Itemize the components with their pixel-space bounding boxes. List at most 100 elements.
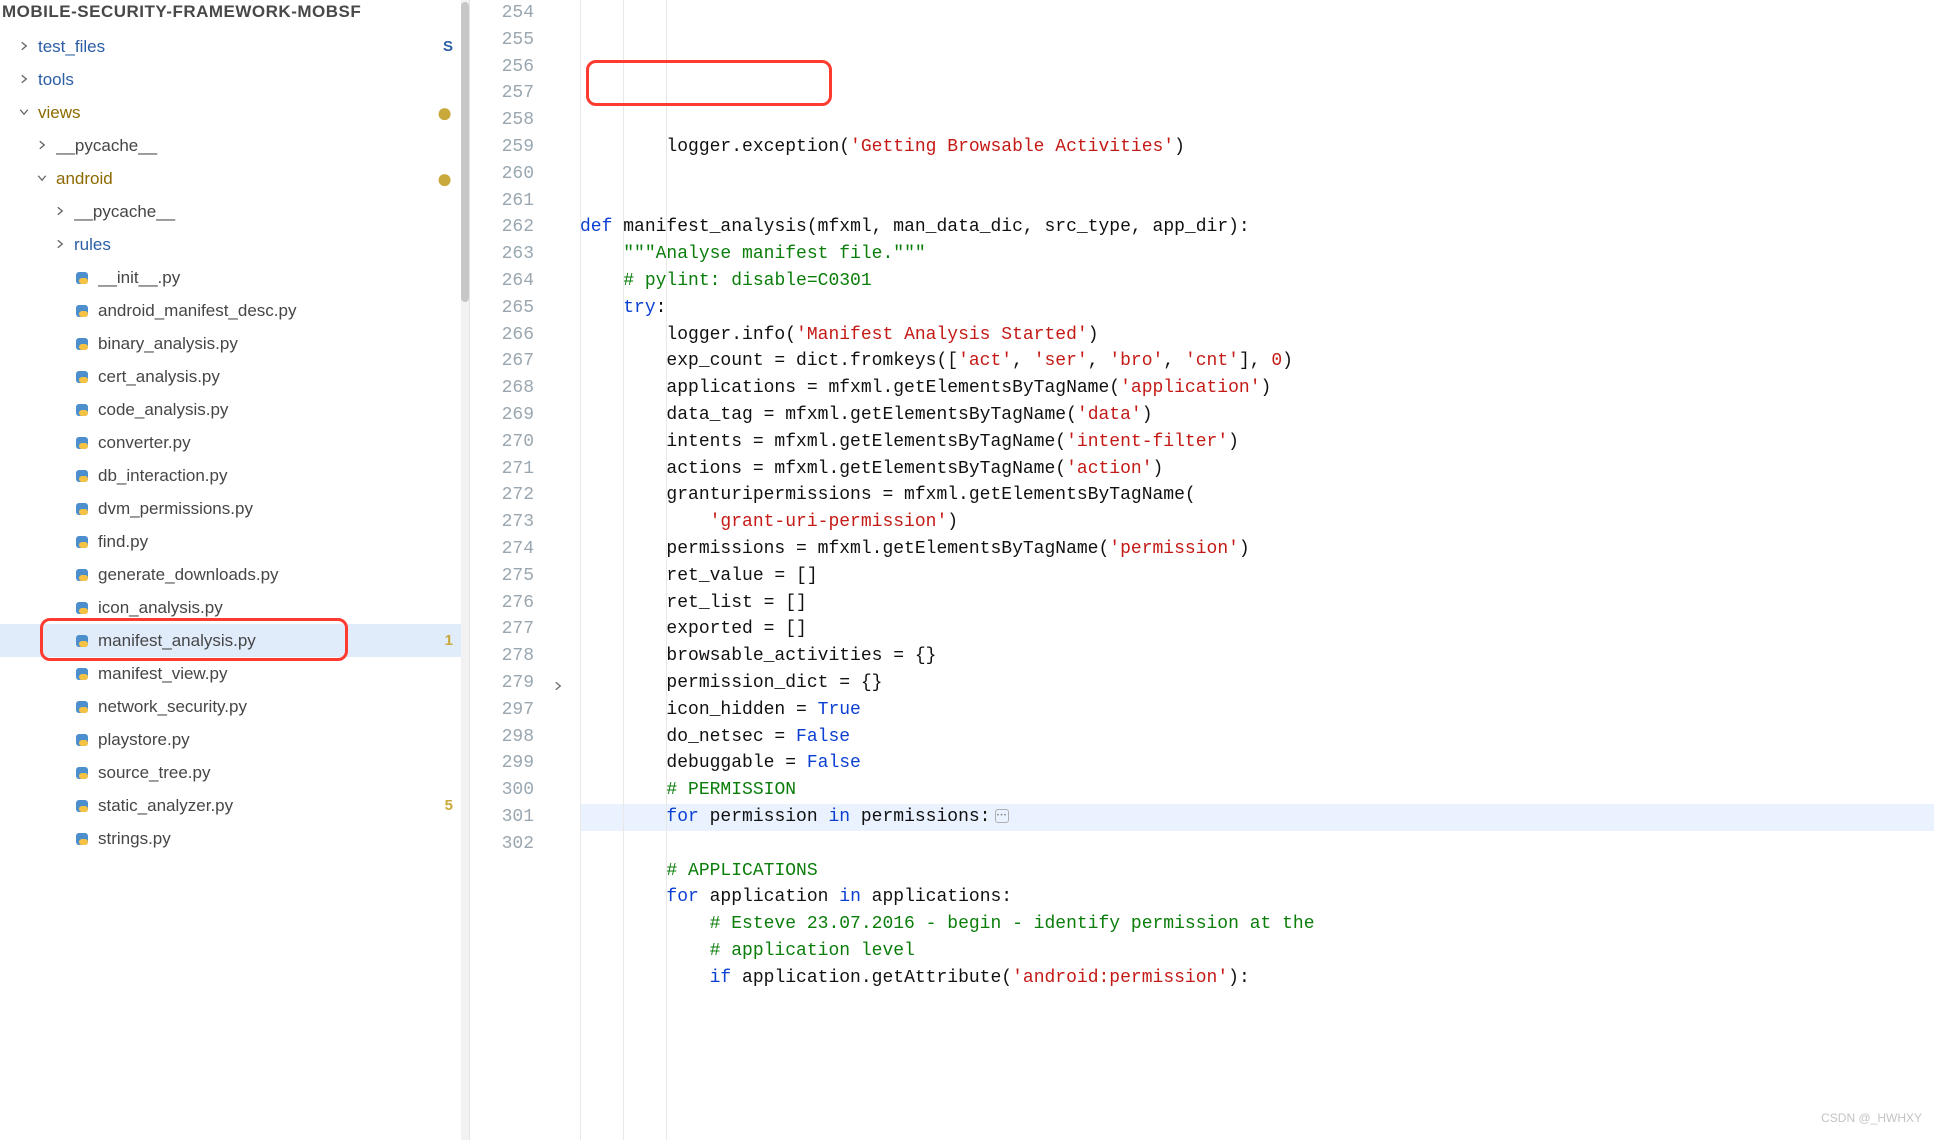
tree-file[interactable]: source_tree.py xyxy=(0,756,469,789)
python-file-icon xyxy=(74,699,90,715)
tree-item-label: strings.py xyxy=(98,829,453,849)
code-line[interactable]: intents = mfxml.getElementsByTagName('in… xyxy=(580,429,1934,456)
tree-file[interactable]: cert_analysis.py xyxy=(0,360,469,393)
code-line[interactable]: ret_value = [] xyxy=(580,563,1934,590)
chevron-down-icon[interactable] xyxy=(36,172,50,186)
line-number: 264 xyxy=(470,268,534,295)
watermark-text: CSDN @_HWHXY xyxy=(1821,1105,1922,1132)
line-number: 265 xyxy=(470,295,534,322)
code-line[interactable]: granturipermissions = mfxml.getElementsB… xyxy=(580,482,1934,509)
tree-file[interactable]: network_security.py xyxy=(0,690,469,723)
code-line[interactable]: logger.info('Manifest Analysis Started') xyxy=(580,322,1934,349)
code-line[interactable]: exp_count = dict.fromkeys(['act', 'ser',… xyxy=(580,348,1934,375)
code-line[interactable]: do_netsec = False xyxy=(580,724,1934,751)
code-editor[interactable]: 2542552562572582592602612622632642652662… xyxy=(470,0,1934,1140)
tree-file[interactable]: binary_analysis.py xyxy=(0,327,469,360)
tree-folder[interactable]: rules xyxy=(0,228,469,261)
code-line[interactable]: icon_hidden = True xyxy=(580,697,1934,724)
code-line[interactable]: ret_list = [] xyxy=(580,590,1934,617)
code-line[interactable] xyxy=(580,831,1934,858)
code-line[interactable]: for permission in permissions:••• xyxy=(580,804,1934,831)
line-number: 276 xyxy=(470,590,534,617)
code-area[interactable]: logger.exception('Getting Browsable Acti… xyxy=(574,0,1934,1140)
line-number: 297 xyxy=(470,697,534,724)
tree-item-label: __pycache__ xyxy=(74,202,453,222)
fold-column[interactable] xyxy=(550,0,574,1140)
code-line[interactable]: actions = mfxml.getElementsByTagName('ac… xyxy=(580,456,1934,483)
code-line[interactable]: # pylint: disable=C0301 xyxy=(580,268,1934,295)
code-line[interactable]: data_tag = mfxml.getElementsByTagName('d… xyxy=(580,402,1934,429)
tree-item-label: __init__.py xyxy=(98,268,453,288)
tree-item-label: manifest_view.py xyxy=(98,664,453,684)
chevron-right-icon[interactable] xyxy=(18,40,32,54)
chevron-right-icon[interactable] xyxy=(54,238,68,252)
code-line[interactable]: # APPLICATIONS xyxy=(580,858,1934,885)
python-file-icon xyxy=(74,732,90,748)
code-line[interactable]: try: xyxy=(580,295,1934,322)
code-line[interactable]: """Analyse manifest file.""" xyxy=(580,241,1934,268)
tree-folder[interactable]: __pycache__ xyxy=(0,195,469,228)
fold-chevron-icon[interactable] xyxy=(552,676,564,703)
tree-item-label: views xyxy=(38,103,435,123)
tree-item-label: binary_analysis.py xyxy=(98,334,453,354)
tree-file[interactable]: strings.py xyxy=(0,822,469,855)
code-line[interactable]: for application in applications: xyxy=(580,884,1934,911)
chevron-right-icon[interactable] xyxy=(54,205,68,219)
code-line[interactable]: logger.exception('Getting Browsable Acti… xyxy=(580,134,1934,161)
tree-file[interactable]: icon_analysis.py xyxy=(0,591,469,624)
tree-file[interactable]: converter.py xyxy=(0,426,469,459)
tree-folder[interactable]: __pycache__ xyxy=(0,129,469,162)
chevron-right-icon[interactable] xyxy=(36,139,50,153)
tree-file[interactable]: find.py xyxy=(0,525,469,558)
code-line[interactable]: exported = [] xyxy=(580,616,1934,643)
code-line[interactable]: # application level xyxy=(580,938,1934,965)
sidebar-scrollbar[interactable] xyxy=(461,0,469,1140)
code-line[interactable]: permission_dict = {} xyxy=(580,670,1934,697)
code-line[interactable] xyxy=(580,188,1934,215)
tree-item-label: playstore.py xyxy=(98,730,453,750)
tree-file[interactable]: generate_downloads.py xyxy=(0,558,469,591)
tree-file[interactable]: dvm_permissions.py xyxy=(0,492,469,525)
tree-file[interactable]: playstore.py xyxy=(0,723,469,756)
tree-item-label: code_analysis.py xyxy=(98,400,453,420)
line-number: 273 xyxy=(470,509,534,536)
line-number: 269 xyxy=(470,402,534,429)
code-line[interactable]: browsable_activities = {} xyxy=(580,643,1934,670)
tree-file[interactable]: android_manifest_desc.py xyxy=(0,294,469,327)
line-number: 277 xyxy=(470,616,534,643)
code-line[interactable]: applications = mfxml.getElementsByTagNam… xyxy=(580,375,1934,402)
tree-folder[interactable]: test_filesS xyxy=(0,30,469,63)
line-number: 257 xyxy=(470,80,534,107)
tree-item-label: android_manifest_desc.py xyxy=(98,301,453,321)
code-line[interactable]: def manifest_analysis(mfxml, man_data_di… xyxy=(580,214,1934,241)
code-line[interactable]: 'grant-uri-permission') xyxy=(580,509,1934,536)
file-tree[interactable]: test_filesStoolsviews●__pycache__android… xyxy=(0,30,469,855)
tree-file[interactable]: code_analysis.py xyxy=(0,393,469,426)
tree-file[interactable]: static_analyzer.py5 xyxy=(0,789,469,822)
code-line[interactable] xyxy=(580,161,1934,188)
tree-folder[interactable]: tools xyxy=(0,63,469,96)
code-line[interactable]: debuggable = False xyxy=(580,750,1934,777)
scrollbar-thumb[interactable] xyxy=(461,2,469,302)
tree-file[interactable]: manifest_analysis.py1 xyxy=(0,624,469,657)
tree-folder[interactable]: android● xyxy=(0,162,469,195)
code-fold-ellipsis-icon[interactable]: ••• xyxy=(995,809,1009,823)
tree-file[interactable]: __init__.py xyxy=(0,261,469,294)
project-title: MOBILE-SECURITY-FRAMEWORK-MOBSF xyxy=(0,0,469,30)
tree-item-label: icon_analysis.py xyxy=(98,598,453,618)
chevron-right-icon[interactable] xyxy=(18,73,32,87)
line-number: 302 xyxy=(470,831,534,858)
file-explorer-sidebar[interactable]: MOBILE-SECURITY-FRAMEWORK-MOBSF test_fil… xyxy=(0,0,470,1140)
code-line[interactable]: # PERMISSION xyxy=(580,777,1934,804)
python-file-icon xyxy=(74,831,90,847)
code-line[interactable]: # Esteve 23.07.2016 - begin - identify p… xyxy=(580,911,1934,938)
line-number: 260 xyxy=(470,161,534,188)
tree-item-label: converter.py xyxy=(98,433,453,453)
chevron-down-icon[interactable] xyxy=(18,106,32,120)
code-line[interactable]: if application.getAttribute('android:per… xyxy=(580,965,1934,992)
tree-folder[interactable]: views● xyxy=(0,96,469,129)
tree-file[interactable]: db_interaction.py xyxy=(0,459,469,492)
line-number: 261 xyxy=(470,188,534,215)
code-line[interactable]: permissions = mfxml.getElementsByTagName… xyxy=(580,536,1934,563)
tree-file[interactable]: manifest_view.py xyxy=(0,657,469,690)
